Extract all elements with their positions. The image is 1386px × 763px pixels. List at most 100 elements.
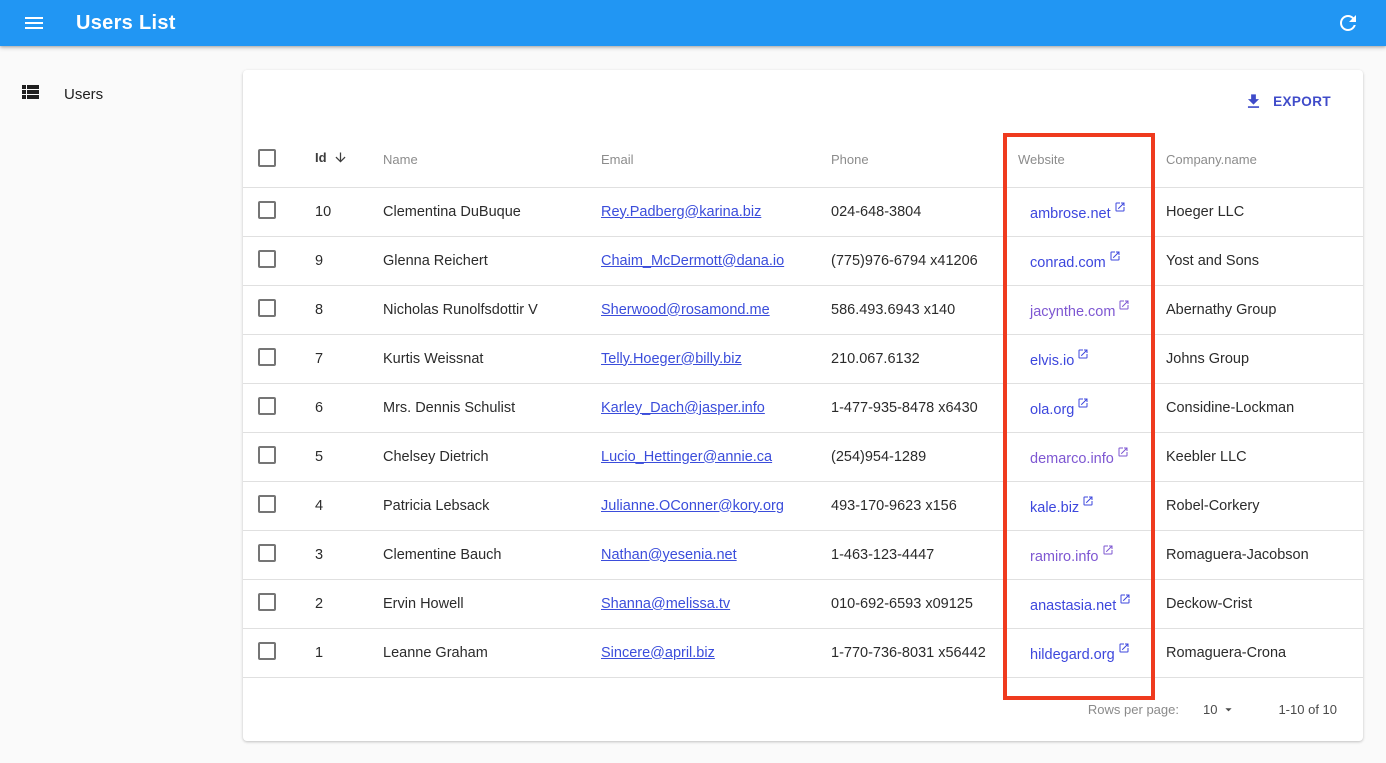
row-email-cell: Shanna@melissa.tv [587,579,817,629]
row-email-cell: Rey.Padberg@karina.biz [587,187,817,237]
row-phone: 210.067.6132 [817,334,1004,384]
table-row: 5 Chelsey Dietrich Lucio_Hettinger@annie.c… [243,432,1363,482]
external-link-icon [1103,545,1112,555]
external-link-icon [1078,349,1088,359]
website-link-label: ambrose.net [1030,206,1111,222]
column-header-name[interactable]: Name [369,132,587,188]
row-checkbox-cell [243,285,301,335]
row-checkbox[interactable] [258,396,276,415]
row-checkbox[interactable] [258,494,276,513]
hamburger-menu-button[interactable] [14,3,54,43]
external-link-icon [1120,594,1130,604]
row-name: Patricia Lebsack [369,481,587,531]
column-header-id[interactable]: Id [301,132,369,188]
email-link[interactable]: Julianne.OConner@kory.org [601,498,784,514]
table-row: 8 Nicholas Runolfsdottir V Sherwood@rosamo… [243,285,1363,335]
list-toolbar: EXPORT [243,70,1363,132]
external-link-icon [1119,643,1129,653]
row-website-cell: jacynthe.com [1004,285,1152,335]
row-id: 3 [301,530,369,580]
column-header-company[interactable]: Company.name [1152,132,1363,188]
row-checkbox[interactable] [258,249,276,268]
row-email-cell: Julianne.OConner@kory.org [587,481,817,531]
row-name: Kurtis Weissnat [369,334,587,384]
website-link-label: ramiro.info [1030,549,1099,565]
email-link[interactable]: Sherwood@rosamond.me [601,302,770,318]
row-email-cell: Chaim_McDermott@dana.io [587,236,817,286]
row-website-cell: ola.org [1004,383,1152,433]
table-header-row: Id Name Email Phone Website Company.name [243,132,1363,188]
row-name: Nicholas Runolfsdottir V [369,285,587,335]
row-checkbox[interactable] [258,543,276,562]
website-link-label: jacynthe.com [1030,304,1116,320]
row-name: Leanne Graham [369,628,587,678]
row-checkbox[interactable] [258,592,276,611]
row-checkbox-cell [243,628,301,678]
website-link[interactable]: hildegard.org [1030,643,1130,663]
email-link[interactable]: Shanna@melissa.tv [601,596,730,612]
email-link[interactable]: Telly.Hoeger@billy.biz [601,351,742,367]
row-checkbox[interactable] [258,298,276,317]
website-link-label: conrad.com [1030,255,1106,271]
email-link[interactable]: Karley_Dach@jasper.info [601,400,765,416]
row-company: Abernathy Group [1152,285,1363,335]
row-checkbox[interactable] [258,445,276,464]
email-link[interactable]: Chaim_McDermott@dana.io [601,253,784,269]
row-phone: 024-648-3804 [817,187,1004,237]
row-name: Chelsey Dietrich [369,432,587,482]
email-link[interactable]: Sincere@april.biz [601,645,715,661]
external-link-icon [1118,447,1128,457]
row-id: 2 [301,579,369,629]
rows-per-page-value: 10 [1202,701,1218,717]
table-row: 6 Mrs. Dennis Schulist Karley_Dach@jasper.… [243,383,1363,433]
select-all-checkbox[interactable] [258,148,276,167]
website-link[interactable]: conrad.com [1030,251,1121,271]
email-link[interactable]: Rey.Padberg@karina.biz [601,204,761,220]
email-link[interactable]: Lucio_Hettinger@annie.ca [601,449,772,465]
row-phone: 1-477-935-8478 x6430 [817,383,1004,433]
main-area: Users EXPORT Id Name Email Phone Website… [0,46,1386,763]
website-link[interactable]: elvis.io [1030,349,1089,369]
rows-per-page-label: Rows per page: [1087,701,1179,717]
column-header-email[interactable]: Email [587,132,817,188]
row-name: Clementine Bauch [369,530,587,580]
row-website-cell: conrad.com [1004,236,1152,286]
website-link[interactable]: ramiro.info [1030,545,1114,565]
row-checkbox-cell [243,187,301,237]
row-website-cell: hildegard.org [1004,628,1152,678]
row-checkbox-cell [243,236,301,286]
website-link[interactable]: jacynthe.com [1030,300,1130,320]
row-checkbox[interactable] [258,641,276,660]
row-company: Deckow-Crist [1152,579,1363,629]
row-email-cell: Karley_Dach@jasper.info [587,383,817,433]
row-checkbox-cell [243,481,301,531]
sidebar: Users [0,46,240,763]
row-email-cell: Telly.Hoeger@billy.biz [587,334,817,384]
row-company: Romaguera-Jacobson [1152,530,1363,580]
column-header-phone[interactable]: Phone [817,132,1004,188]
row-checkbox[interactable] [258,200,276,219]
website-link[interactable]: anastasia.net [1030,594,1131,614]
sidebar-item-users[interactable]: Users [0,68,240,121]
website-link[interactable]: ambrose.net [1030,202,1126,222]
row-checkbox[interactable] [258,347,276,366]
row-phone: 1-770-736-8031 x56442 [817,628,1004,678]
website-link-label: elvis.io [1030,353,1075,369]
row-email-cell: Lucio_Hettinger@annie.ca [587,432,817,482]
export-button[interactable]: EXPORT [1234,86,1341,117]
rows-per-page-select[interactable]: 10 [1203,702,1236,717]
website-link[interactable]: demarco.info [1030,447,1129,467]
row-phone: (254)954-1289 [817,432,1004,482]
email-link[interactable]: Nathan@yesenia.net [601,547,737,563]
row-checkbox-cell [243,579,301,629]
row-name: Ervin Howell [369,579,587,629]
row-name: Glenna Reichert [369,236,587,286]
refresh-button[interactable] [1328,3,1368,43]
table-row: 3 Clementine Bauch Nathan@yesenia.net 1-463… [243,530,1363,580]
row-checkbox-cell [243,530,301,580]
export-button-label: EXPORT [1273,93,1331,109]
select-all-header[interactable] [243,132,301,188]
column-header-website[interactable]: Website [1004,132,1152,188]
website-link[interactable]: ola.org [1030,398,1089,418]
website-link[interactable]: kale.biz [1030,496,1094,516]
